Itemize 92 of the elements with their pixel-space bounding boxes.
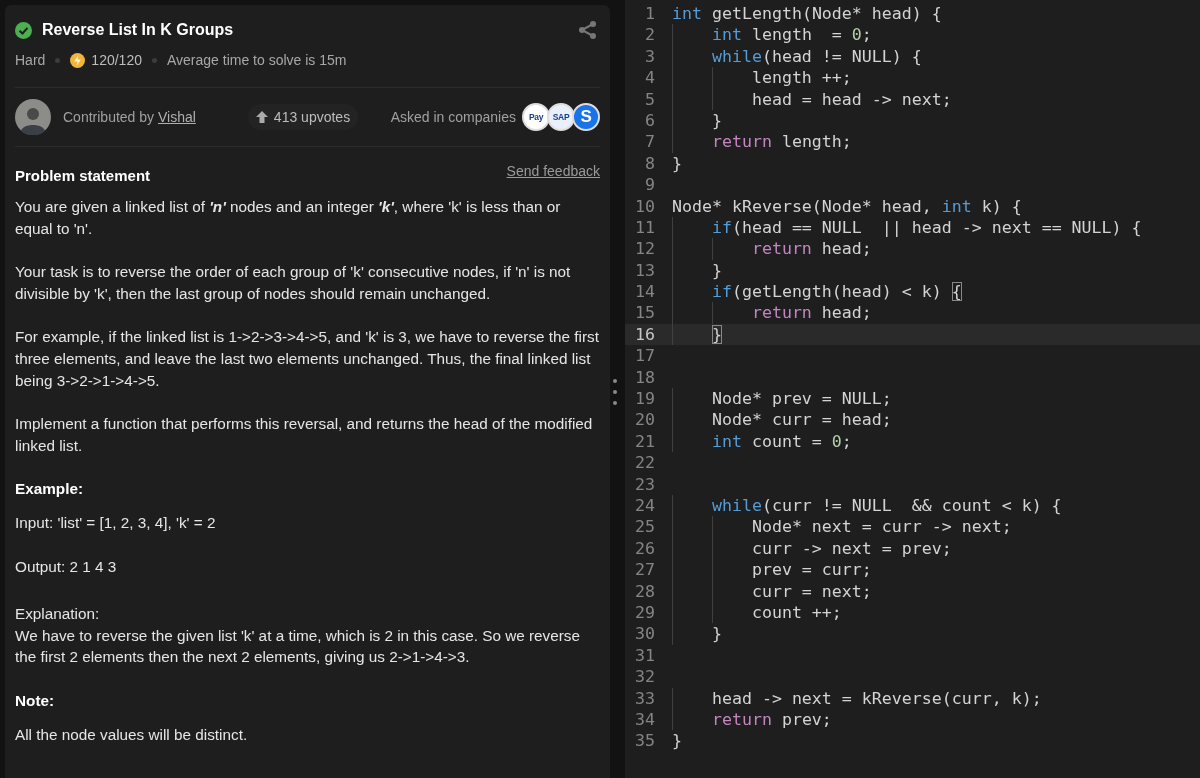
line-number: 12 xyxy=(634,238,656,260)
statement-text: Output: 2 1 4 3 xyxy=(15,556,118,577)
line-number: 23 xyxy=(634,473,656,495)
line-number: 30 xyxy=(634,623,656,645)
code-line: while(head != NULL) { xyxy=(672,45,922,68)
line-number: 7 xyxy=(644,131,656,153)
line-number: 14 xyxy=(634,281,656,303)
line-number: 26 xyxy=(634,537,656,560)
line-number: 4 xyxy=(644,67,656,89)
code-line: if(head == NULL || head -> next == NULL) { xyxy=(672,216,1142,239)
contributor-link[interactable]: Vishal xyxy=(157,109,196,125)
code-line: } xyxy=(672,152,682,175)
code-line: Node* prev = NULL; xyxy=(672,388,892,410)
feedback-link[interactable]: Send feedback xyxy=(506,163,600,179)
statement-text: Explanation: xyxy=(15,604,101,625)
company-logo: S xyxy=(572,103,600,131)
line-number: 34 xyxy=(634,708,656,731)
statement-text: Implement a function that performs this reversal, and returns the head of the modified linked list. xyxy=(15,414,594,456)
code-line: return prev; xyxy=(672,708,832,731)
statement-text: You are given a linked list of 'n' nodes and an integer 'k', where 'k' is less than or equal to 'n'. xyxy=(15,197,562,239)
statement-text: Your task is to reverse the order of each group of 'k' consecutive nodes, if 'n' is not divisible by 'k', then the last group of nodes should remain unchanged. xyxy=(15,262,572,304)
upvote-button[interactable]: 413 upvotes xyxy=(247,104,359,130)
difficulty-label: Hard xyxy=(15,52,46,68)
code-line: if(getLength(head) < k) { xyxy=(672,281,962,303)
code-line: } xyxy=(672,623,722,645)
code-line: return head; xyxy=(672,302,872,324)
line-number: 8 xyxy=(644,152,656,175)
statement-text: We have to reverse the given list 'k' at a time, which is 2 in this case. So we reverse the first 2 elements then the next 2 elements, giving us 2->1->4->3. xyxy=(15,625,581,668)
lightning-coin-icon xyxy=(70,52,86,68)
code-line: } xyxy=(672,259,722,282)
line-number: 10 xyxy=(634,195,656,217)
code-line: head -> next = kReverse(curr, k); xyxy=(672,687,1042,709)
code-line: prev = curr; xyxy=(672,559,872,581)
contributor-label: Contributed by xyxy=(63,109,155,125)
code-line: curr -> next = prev; xyxy=(672,537,952,560)
line-number: 18 xyxy=(634,366,656,389)
code-line: length ++; xyxy=(672,67,852,89)
line-number: 32 xyxy=(634,666,656,688)
code-line: Node* kReverse(Node* head, int k) { xyxy=(672,195,1022,217)
line-number: 28 xyxy=(634,580,656,602)
code-line: return head; xyxy=(672,238,872,260)
code-line: head = head -> next; xyxy=(672,88,952,110)
code-line: int getLength(Node* head) { xyxy=(672,3,942,25)
line-number: 6 xyxy=(644,109,656,132)
avatar xyxy=(15,99,51,135)
code-line: Node* curr = head; xyxy=(672,409,892,431)
line-number: 9 xyxy=(644,174,656,196)
code-line: int length = 0; xyxy=(672,24,872,46)
line-number: 31 xyxy=(634,644,656,667)
code-line: int count = 0; xyxy=(672,430,852,453)
line-number: 11 xyxy=(634,216,656,239)
line-number: 29 xyxy=(634,601,656,624)
line-number: 25 xyxy=(634,516,656,538)
line-number: 22 xyxy=(634,452,656,474)
average-time-text: Average time to solve is 15m xyxy=(166,52,347,68)
code-line: while(curr != NULL && count < k) { xyxy=(672,495,1062,517)
line-number: 19 xyxy=(634,388,656,410)
line-number: 15 xyxy=(634,302,656,324)
line-number: 35 xyxy=(634,730,656,752)
line-number: 24 xyxy=(634,495,656,517)
code-line: Node* next = curr -> next; xyxy=(672,516,1012,538)
company-logo: Pay xyxy=(522,103,550,131)
problem-title: Reverse List In K Groups xyxy=(42,21,234,39)
statement-text: All the node values will be distinct. xyxy=(15,724,249,745)
companies-label: Asked in companies xyxy=(390,109,516,125)
code-line: } xyxy=(672,323,722,346)
line-number: 3 xyxy=(644,45,656,68)
code-line: curr = next; xyxy=(672,580,872,602)
statement-text: For example, if the linked list is 1->2->3->4->5, and 'k' is 3, we have to reverse the first three elements, and leave the last two elements unchanged. Thus, the final linked list being 3->2->1->4->5. xyxy=(15,327,600,391)
code-line: count ++; xyxy=(672,601,842,624)
drag-handle-icon[interactable] xyxy=(613,378,617,405)
code-line: } xyxy=(672,109,722,132)
section-heading: Note: xyxy=(15,690,56,711)
line-number: 2 xyxy=(644,24,656,46)
line-number: 1 xyxy=(644,3,656,25)
company-logo: SAP xyxy=(547,103,575,131)
line-number: 33 xyxy=(634,687,656,709)
section-heading: Example: xyxy=(15,479,84,500)
line-number: 17 xyxy=(634,345,656,367)
line-number: 27 xyxy=(634,559,656,581)
score-text: 120/120 xyxy=(91,52,142,68)
section-heading: Problem statement xyxy=(15,166,151,184)
line-number: 13 xyxy=(634,259,656,282)
line-number: 5 xyxy=(644,88,656,110)
code-line: } xyxy=(672,730,682,752)
share-icon[interactable] xyxy=(578,20,598,40)
line-number: 16 xyxy=(634,323,656,346)
statement-text: Input: 'list' = [1, 2, 3, 4], 'k' = 2 xyxy=(15,512,217,533)
code-line: return length; xyxy=(672,131,852,153)
up-arrow-icon xyxy=(255,111,268,123)
line-number: 21 xyxy=(634,430,656,453)
line-number: 20 xyxy=(634,409,656,431)
